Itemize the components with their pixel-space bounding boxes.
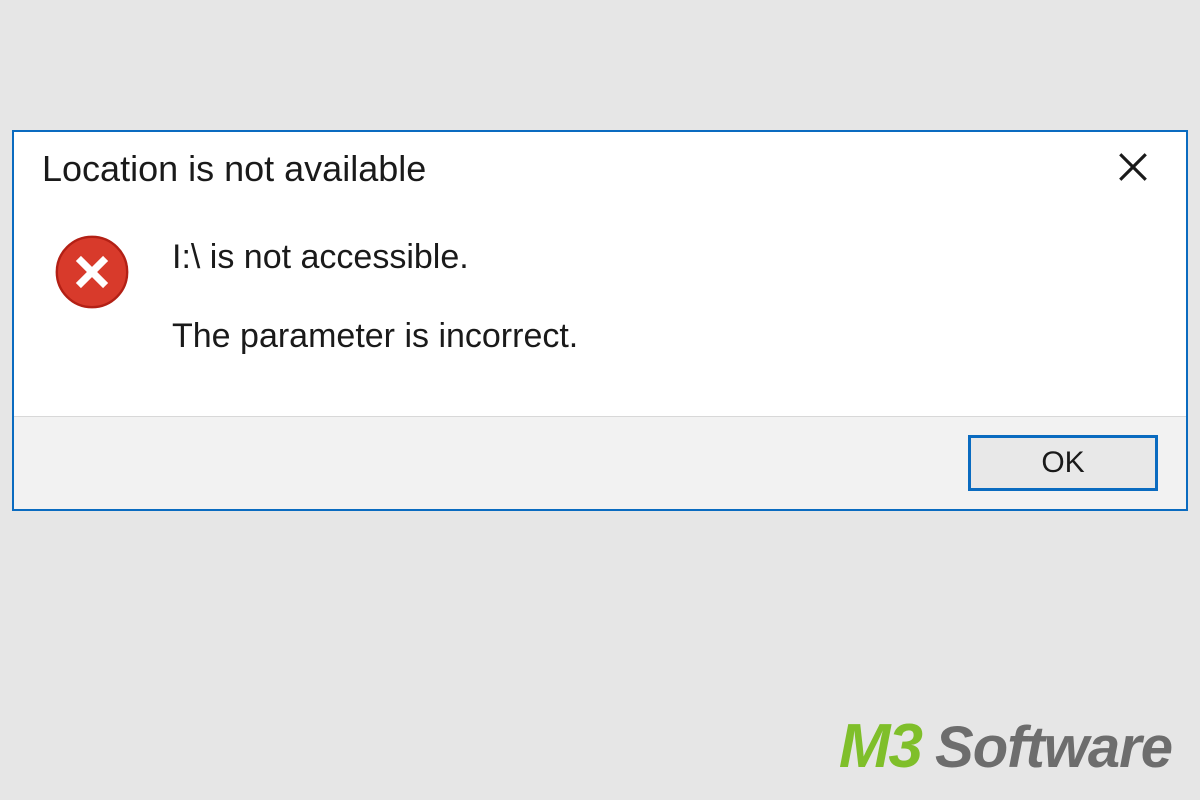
dialog-title: Location is not available	[42, 148, 426, 190]
dialog-button-bar: OK	[14, 416, 1186, 509]
watermark-brand-suffix: Software	[935, 714, 1172, 781]
watermark-logo: M3 Software	[839, 711, 1172, 782]
error-message-line2: The parameter is incorrect.	[172, 317, 578, 356]
dialog-body: I:\ is not accessible. The parameter is …	[14, 190, 1186, 416]
error-message-line1: I:\ is not accessible.	[172, 238, 578, 277]
ok-button[interactable]: OK	[968, 435, 1158, 491]
error-dialog: Location is not available I:\ is not acc…	[12, 130, 1188, 511]
dialog-titlebar: Location is not available	[14, 132, 1186, 190]
watermark-brand-prefix: M3	[839, 711, 921, 782]
close-icon[interactable]	[1108, 148, 1158, 189]
dialog-message: I:\ is not accessible. The parameter is …	[172, 232, 578, 356]
error-icon	[52, 232, 132, 312]
